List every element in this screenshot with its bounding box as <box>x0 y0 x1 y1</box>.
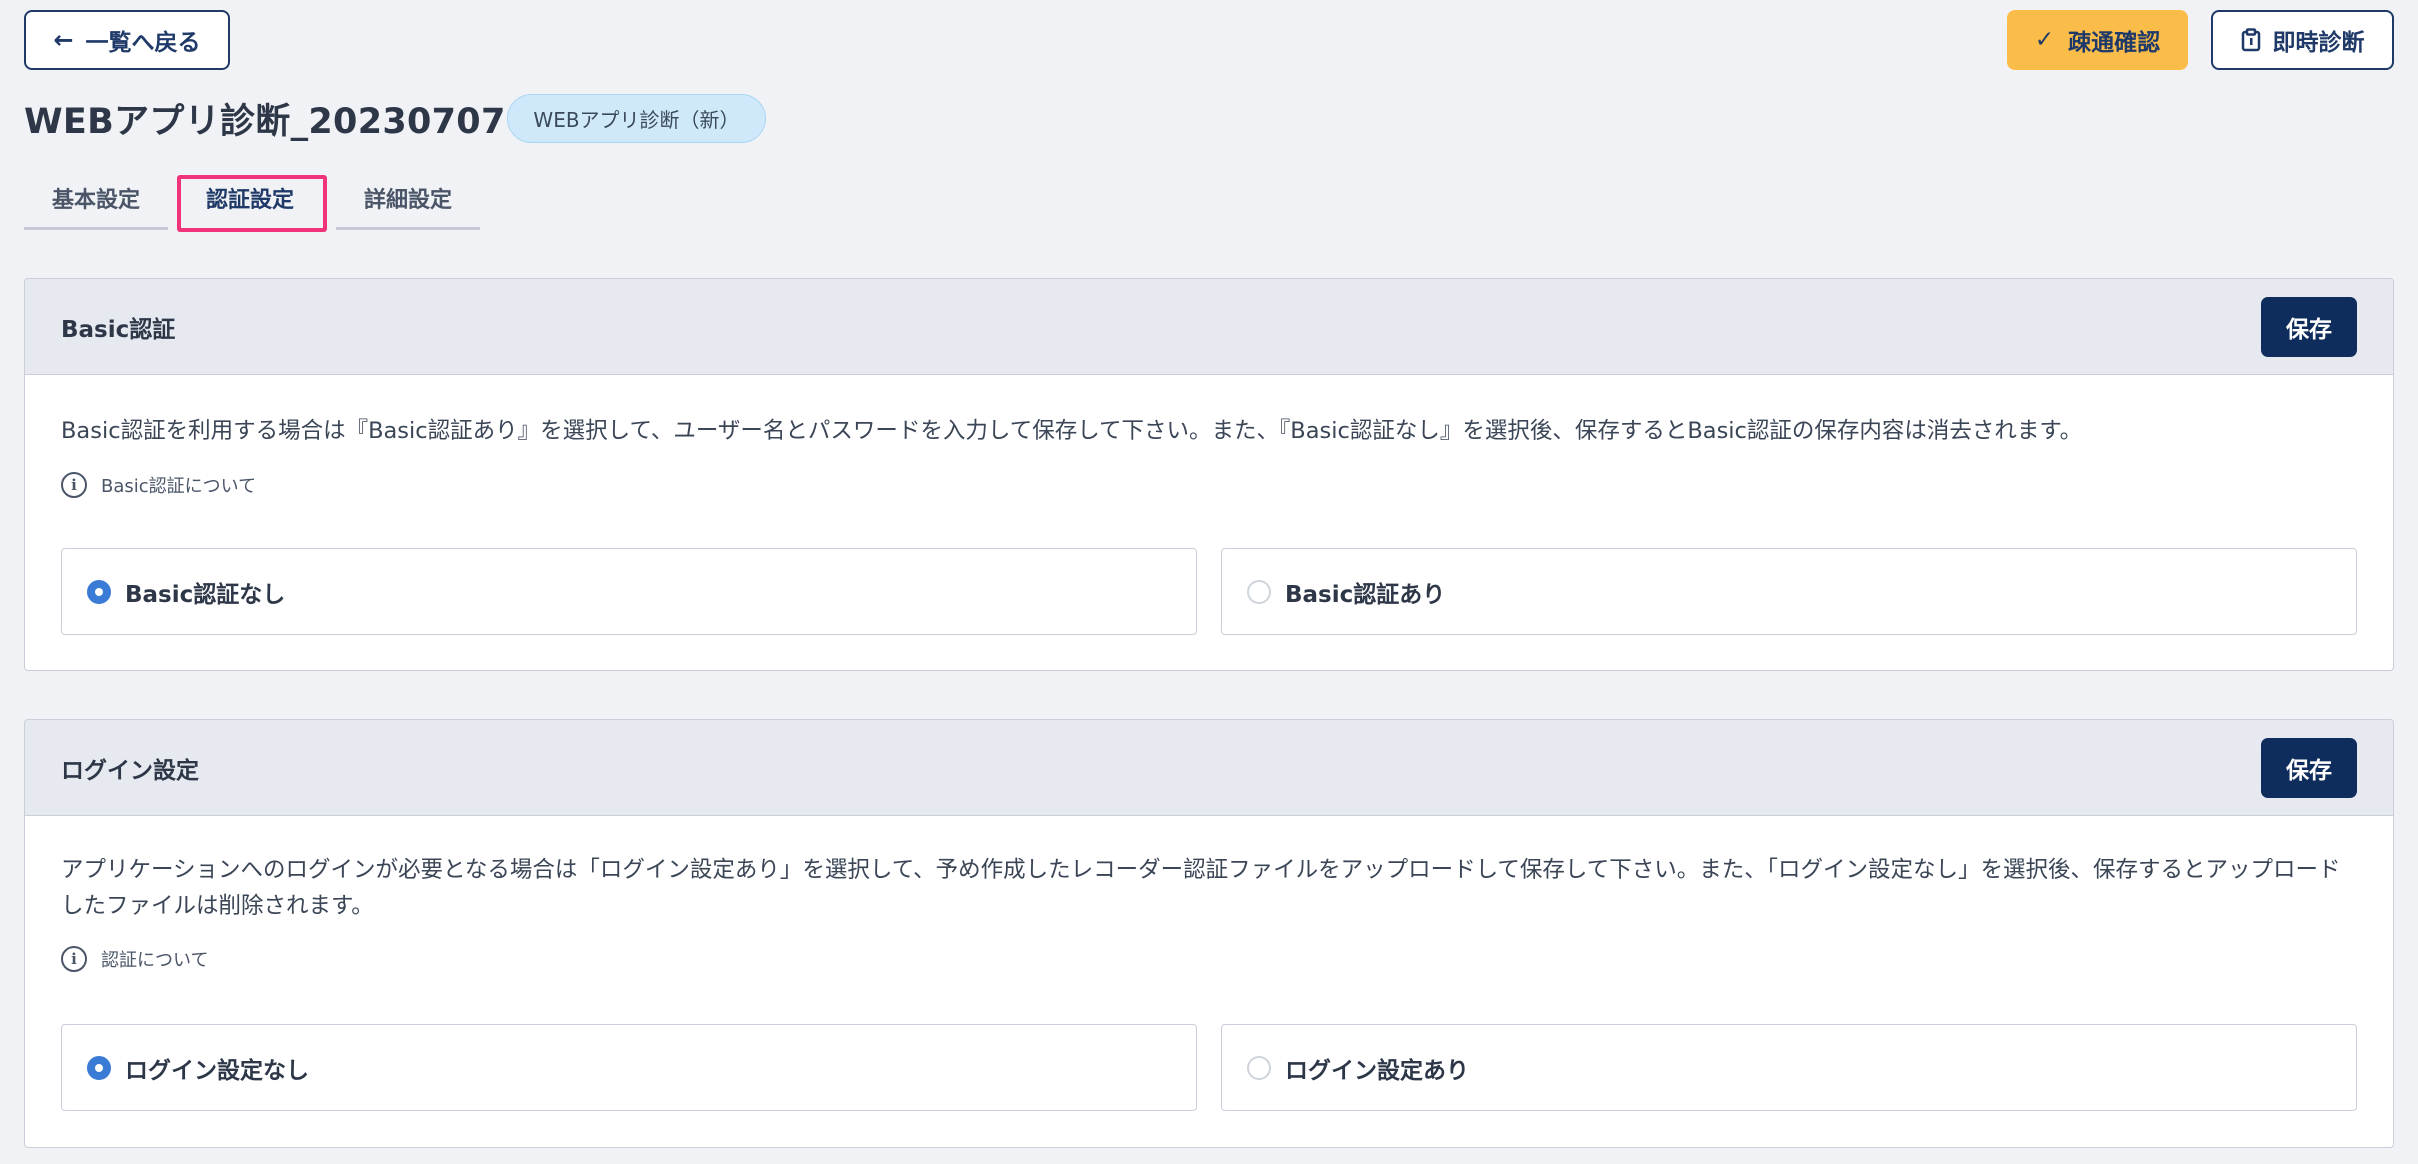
login-settings-title: ログイン設定 <box>61 758 199 784</box>
login-none-option[interactable]: ログイン設定なし <box>61 1024 1197 1111</box>
back-to-list-button[interactable]: ← 一覧へ戻る <box>24 10 230 70</box>
connectivity-check-label: 疎通確認 <box>2068 30 2161 56</box>
login-settings-card: ログイン設定 保存 アプリケーションへのログインが必要となる場合は「ログイン設定… <box>24 719 2394 1148</box>
info-icon: i <box>61 472 87 498</box>
instant-scan-button[interactable]: 即時診断 <box>2211 10 2394 70</box>
tab-basic-settings[interactable]: 基本設定 <box>24 168 168 230</box>
basic-auth-save-button[interactable]: 保存 <box>2261 297 2357 357</box>
active-tab-highlight <box>177 175 327 232</box>
radio-unchecked-icon[interactable] <box>1247 1055 1271 1080</box>
basic-auth-enabled-option[interactable]: Basic認証あり <box>1221 548 2357 635</box>
page-title: WEBアプリ診断_20230707 <box>24 101 506 142</box>
login-settings-header: ログイン設定 保存 <box>25 720 2393 816</box>
basic-auth-title: Basic認証 <box>61 317 176 343</box>
basic-auth-description: Basic認証を利用する場合は『Basic認証あり』を選択して、ユーザー名とパス… <box>61 418 2083 444</box>
scan-type-badge: WEBアプリ診断（新） <box>507 94 766 143</box>
login-settings-save-button[interactable]: 保存 <box>2261 738 2357 798</box>
login-enabled-label: ログイン設定あり <box>1285 1057 1469 1084</box>
connectivity-check-button[interactable]: ✓ 疎通確認 <box>2007 10 2188 70</box>
instant-scan-label: 即時診断 <box>2272 30 2365 56</box>
info-icon: i <box>61 946 87 972</box>
basic-auth-none-label: Basic認証なし <box>125 581 286 608</box>
radio-checked-icon[interactable] <box>87 1055 111 1080</box>
login-enabled-option[interactable]: ログイン設定あり <box>1221 1024 2357 1111</box>
basic-auth-info-label: Basic認証について <box>101 476 257 497</box>
login-auth-info-label: 認証について <box>101 950 209 971</box>
radio-unchecked-icon[interactable] <box>1247 579 1271 604</box>
back-button-label: 一覧へ戻る <box>85 30 201 56</box>
basic-auth-info-link[interactable]: i Basic認証について <box>61 471 256 499</box>
clipboard-icon <box>2241 28 2260 52</box>
basic-auth-enabled-label: Basic認証あり <box>1285 581 1446 608</box>
basic-auth-card: Basic認証 保存 Basic認証を利用する場合は『Basic認証あり』を選択… <box>24 278 2394 671</box>
basic-auth-header: Basic認証 保存 <box>25 279 2393 375</box>
login-none-label: ログイン設定なし <box>125 1057 309 1084</box>
page: ← 一覧へ戻る ✓ 疎通確認 即時診断 WEBアプリ診断_20230707 WE… <box>0 0 2418 1164</box>
basic-auth-none-option[interactable]: Basic認証なし <box>61 548 1197 635</box>
tab-detail-settings[interactable]: 詳細設定 <box>336 168 480 230</box>
login-auth-info-link[interactable]: i 認証について <box>61 945 208 973</box>
login-settings-description: アプリケーションへのログインが必要となる場合は「ログイン設定あり」を選択して、予… <box>61 857 2341 919</box>
arrow-left-icon: ← <box>53 26 74 54</box>
radio-checked-icon[interactable] <box>87 579 111 604</box>
check-icon: ✓ <box>2034 27 2055 53</box>
